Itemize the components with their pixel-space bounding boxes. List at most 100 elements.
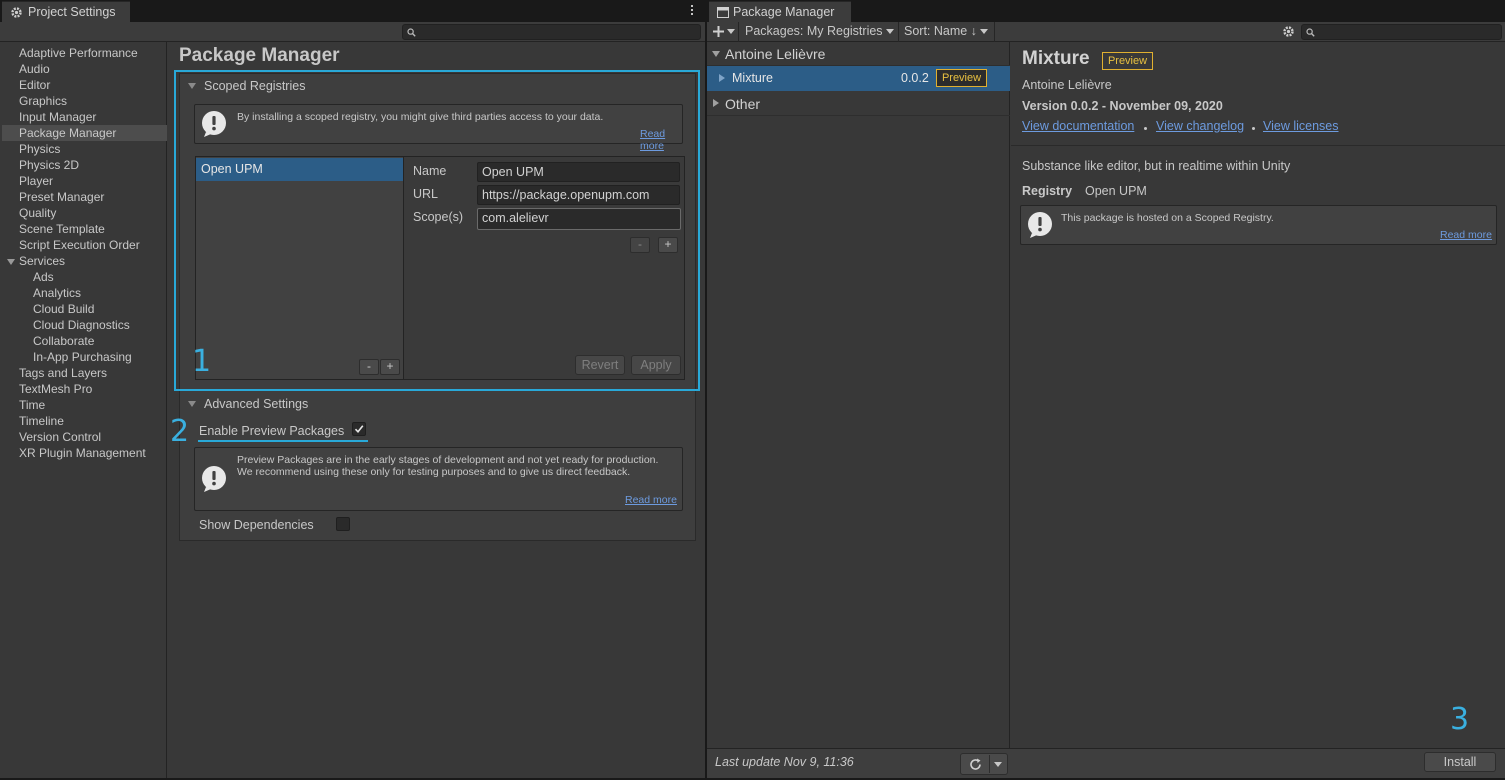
sidebar-item-time[interactable]: Time — [2, 397, 167, 413]
package-list: Antoine Lelièvre Mixture 0.0.2 Preview O… — [707, 42, 1010, 748]
package-manager-window: Package Manager Packages: My Registries … — [707, 0, 1505, 778]
scoped-registry-info-text: This package is hosted on a Scoped Regis… — [1061, 212, 1274, 224]
project-settings-window: Project Settings Adaptive Performance Au… — [0, 0, 705, 778]
install-button[interactable]: Install — [1424, 752, 1496, 772]
info-read-more-link[interactable]: Read more — [1440, 229, 1492, 241]
project-settings-tabbar: Project Settings — [0, 0, 705, 22]
package-version: 0.0.2 — [901, 71, 929, 85]
show-dependencies-checkbox[interactable] — [336, 517, 350, 531]
registry-value: Open UPM — [1085, 184, 1147, 198]
step-number-1: 1 — [192, 344, 212, 379]
warning-icon — [200, 465, 228, 493]
package-manager-settings-panel: Package Manager Scoped Registries By ins… — [168, 42, 705, 778]
sidebar-item-xr-plugin-management[interactable]: XR Plugin Management — [2, 445, 167, 461]
project-settings-toolbar — [0, 22, 705, 42]
sort-label: Sort: Name ↓ — [904, 24, 977, 38]
enable-preview-packages-checkbox[interactable] — [352, 422, 366, 436]
enable-preview-underline — [198, 440, 368, 442]
sidebar-item-scene-template[interactable]: Scene Template — [2, 221, 167, 237]
sidebar-item-audio[interactable]: Audio — [2, 61, 167, 77]
sidebar-item-in-app-purchasing[interactable]: In-App Purchasing — [2, 349, 167, 365]
add-package-dropdown[interactable] — [707, 22, 739, 42]
sidebar-item-version-control[interactable]: Version Control — [2, 429, 167, 445]
chevron-down-icon[interactable] — [994, 762, 1002, 767]
sidebar-item-physics-2d[interactable]: Physics 2D — [2, 157, 167, 173]
advanced-settings-header[interactable]: Advanced Settings — [180, 392, 695, 416]
sidebar-item-quality[interactable]: Quality — [2, 205, 167, 221]
package-row-mixture[interactable]: Mixture 0.0.2 Preview — [707, 66, 1010, 91]
expand-arrow-icon — [719, 74, 725, 82]
step-number-2: 2 — [170, 414, 190, 449]
sidebar-item-ads[interactable]: Ads — [2, 269, 167, 285]
chevron-down-icon — [727, 29, 735, 35]
sidebar-item-textmesh-pro[interactable]: TextMesh Pro — [2, 381, 167, 397]
sidebar-item-editor[interactable]: Editor — [2, 77, 167, 93]
package-manager-toolbar: Packages: My Registries Sort: Name ↓ — [707, 22, 1505, 42]
refresh-icon — [969, 758, 982, 771]
registry-label: Registry — [1022, 184, 1073, 198]
chevron-down-icon — [885, 29, 894, 35]
package-manager-tab-label: Package Manager — [733, 5, 835, 19]
group-header-antoine-lelievre[interactable]: Antoine Lelièvre — [707, 42, 1010, 66]
view-changelog-link[interactable]: View changelog — [1156, 119, 1244, 133]
plus-icon — [713, 26, 724, 38]
sidebar-item-physics[interactable]: Physics — [2, 141, 167, 157]
sidebar-item-adaptive-performance[interactable]: Adaptive Performance — [2, 45, 167, 61]
sidebar-item-analytics[interactable]: Analytics — [2, 285, 167, 301]
preview-packages-warning-box: Preview Packages are in the early stages… — [194, 447, 683, 511]
highlight-box — [174, 70, 700, 391]
group-header-other[interactable]: Other — [707, 92, 1010, 116]
chevron-down-icon — [979, 29, 988, 35]
packages-filter-dropdown[interactable]: Packages: My Registries — [739, 22, 899, 42]
checkmark-icon — [354, 425, 364, 434]
warning-icon — [1026, 211, 1054, 239]
sidebar-item-script-execution-order[interactable]: Script Execution Order — [2, 237, 167, 253]
show-dependencies-label: Show Dependencies — [199, 518, 314, 532]
sidebar-item-player[interactable]: Player — [2, 173, 167, 189]
project-settings-tab[interactable]: Project Settings — [2, 1, 130, 22]
last-update-text: Last update Nov 9, 11:36 — [715, 755, 854, 769]
expand-arrow-icon — [713, 99, 719, 107]
sidebar-item-tags-and-layers[interactable]: Tags and Layers — [2, 365, 167, 381]
button-divider — [989, 755, 990, 773]
sidebar-item-collaborate[interactable]: Collaborate — [2, 333, 167, 349]
package-details: Mixture Preview Antoine Lelièvre Version… — [1011, 42, 1505, 748]
divider — [1011, 145, 1505, 146]
refresh-button[interactable] — [960, 753, 1008, 775]
kebab-menu-icon[interactable] — [690, 5, 694, 17]
scoped-registry-info-box: This package is hosted on a Scoped Regis… — [1020, 205, 1497, 245]
advanced-settings-title: Advanced Settings — [204, 397, 309, 411]
advanced-settings-section: Advanced Settings Enable Preview Package… — [179, 390, 696, 541]
expand-arrow-icon — [712, 51, 720, 57]
search-input[interactable] — [402, 24, 701, 40]
page-title: Package Manager — [179, 45, 340, 66]
package-version-line: Version 0.0.2 - November 09, 2020 — [1022, 99, 1223, 113]
settings-sidebar: Adaptive Performance Audio Editor Graphi… — [2, 42, 167, 778]
packages-filter-label: Packages: My Registries — [745, 24, 883, 38]
view-documentation-link[interactable]: View documentation — [1022, 119, 1134, 133]
step-number-3: 3 — [1450, 702, 1470, 737]
separator-dot — [1144, 127, 1147, 130]
package-icon — [717, 7, 729, 18]
sidebar-item-graphics[interactable]: Graphics — [2, 93, 167, 109]
sidebar-item-timeline[interactable]: Timeline — [2, 413, 167, 429]
sidebar-item-package-manager[interactable]: Package Manager — [2, 125, 167, 141]
preview-packages-warning-text: Preview Packages are in the early stages… — [237, 454, 659, 478]
sort-dropdown[interactable]: Sort: Name ↓ — [899, 22, 995, 42]
group-name: Other — [725, 96, 761, 112]
sidebar-item-cloud-diagnostics[interactable]: Cloud Diagnostics — [2, 317, 167, 333]
package-description: Substance like editor, but in realtime w… — [1022, 159, 1291, 173]
package-name: Mixture — [732, 71, 773, 85]
view-licenses-link[interactable]: View licenses — [1263, 119, 1339, 133]
sidebar-item-input-manager[interactable]: Input Manager — [2, 109, 167, 125]
package-title: Mixture — [1022, 48, 1090, 69]
sidebar-item-preset-manager[interactable]: Preset Manager — [2, 189, 167, 205]
gear-icon[interactable] — [1282, 25, 1295, 38]
preview-read-more-link[interactable]: Read more — [625, 494, 677, 506]
package-manager-tab[interactable]: Package Manager — [709, 1, 851, 22]
package-manager-footer: Last update Nov 9, 11:36 Install — [707, 748, 1505, 778]
sidebar-item-services[interactable]: Services — [2, 253, 167, 269]
preview-badge: Preview — [1102, 52, 1153, 70]
package-search-input[interactable] — [1301, 24, 1502, 40]
sidebar-item-cloud-build[interactable]: Cloud Build — [2, 301, 167, 317]
